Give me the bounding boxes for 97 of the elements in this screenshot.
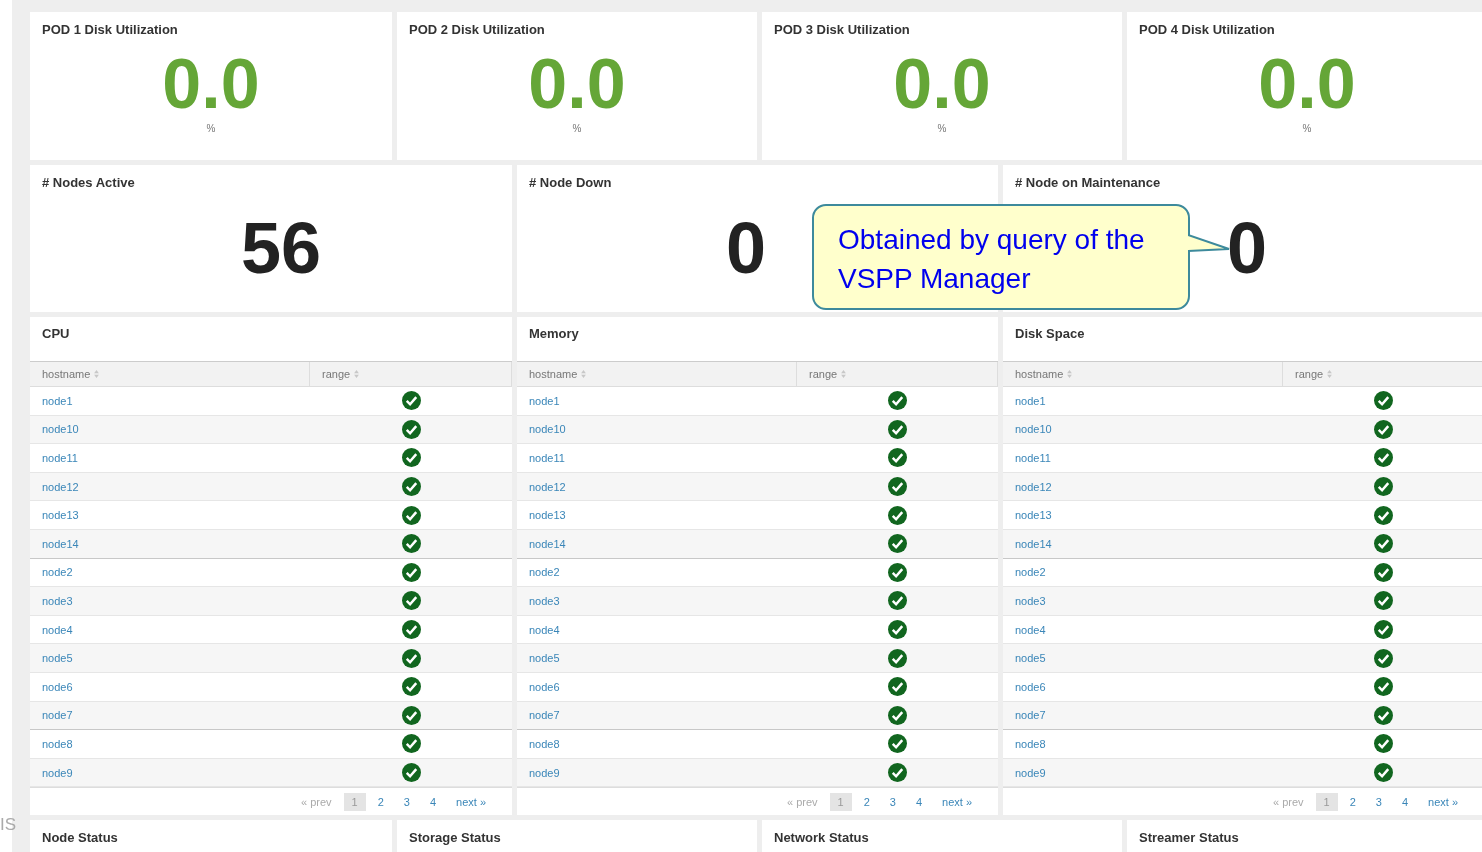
sort-icon	[1067, 370, 1073, 378]
hostname-link[interactable]: node6	[529, 680, 560, 693]
page-link[interactable]: 3	[395, 792, 418, 811]
hostname-link[interactable]: node1	[529, 394, 560, 407]
panel-title: POD 1 Disk Utilization	[42, 22, 178, 37]
panel-title: Streamer Status	[1139, 830, 1239, 845]
hostname-link[interactable]: node14	[529, 537, 566, 550]
metric-value: 0.0	[1258, 49, 1356, 119]
metric-value: 0.0	[528, 49, 626, 119]
hostname-link[interactable]: node3	[42, 594, 73, 607]
hostname-link[interactable]: node13	[42, 509, 79, 522]
unit-label: %	[937, 123, 947, 134]
hostname-link[interactable]: node10	[529, 423, 566, 436]
hostname-link[interactable]: node2	[529, 566, 560, 579]
panel-title: Storage Status	[409, 830, 501, 845]
hostname-link[interactable]: node3	[529, 594, 560, 607]
hostname-link[interactable]: node4	[1015, 623, 1046, 636]
hostname-link[interactable]: node2	[42, 566, 73, 579]
count-value: 0	[1227, 212, 1268, 284]
hostname-link[interactable]: node8	[1015, 737, 1046, 750]
page-link[interactable]: 3	[1367, 792, 1390, 811]
hostname-link[interactable]: node8	[529, 737, 560, 750]
column-header[interactable]: hostname	[30, 362, 310, 386]
page-link[interactable]: 2	[1341, 792, 1364, 811]
hostname-link[interactable]: node5	[1015, 652, 1046, 665]
hostname-link[interactable]: node2	[1015, 566, 1046, 579]
prev-link[interactable]: « prev	[778, 792, 826, 811]
column-header[interactable]: range	[310, 362, 512, 386]
next-link[interactable]: next »	[934, 792, 980, 811]
sort-icon	[581, 370, 587, 378]
unit-label: %	[572, 123, 582, 134]
hostname-link[interactable]: node9	[1015, 766, 1046, 779]
column-header[interactable]: hostname	[1003, 362, 1283, 386]
hostname-link[interactable]: node7	[42, 709, 73, 722]
hostname-link[interactable]: node8	[42, 737, 73, 750]
panel-title: # Node Down	[529, 175, 612, 190]
hostname-link[interactable]: node13	[529, 509, 566, 522]
hostname-link[interactable]: node1	[1015, 394, 1046, 407]
hostname-link[interactable]: node9	[42, 766, 73, 779]
sort-icon	[354, 370, 360, 378]
callout-note: Obtained by query of the VSPP Manager	[812, 204, 1190, 310]
column-header[interactable]: range	[797, 362, 998, 386]
metric-value: 0.0	[893, 49, 991, 119]
panel-title: POD 4 Disk Utilization	[1139, 22, 1275, 37]
page-link[interactable]: 4	[907, 792, 931, 811]
hostname-link[interactable]: node9	[529, 766, 560, 779]
callout-tail	[1188, 234, 1230, 254]
hostname-link[interactable]: node12	[42, 480, 79, 493]
panel-title: Network Status	[774, 830, 869, 845]
count-value: 0	[725, 212, 766, 284]
hostname-link[interactable]: node5	[529, 652, 560, 665]
page-link[interactable]: 1	[1315, 792, 1338, 811]
panel-title: # Nodes Active	[42, 175, 135, 190]
column-header[interactable]: range	[1283, 362, 1482, 386]
hostname-link[interactable]: node10	[42, 423, 79, 436]
page-link[interactable]: 4	[1393, 792, 1417, 811]
hostname-link[interactable]: node11	[529, 452, 565, 464]
hostname-link[interactable]: node10	[1015, 423, 1052, 436]
hostname-link[interactable]: node11	[1015, 452, 1051, 464]
hostname-link[interactable]: node5	[42, 652, 73, 665]
hostname-link[interactable]: node14	[42, 537, 79, 550]
hostname-link[interactable]: node13	[1015, 509, 1052, 522]
panel-title: POD 2 Disk Utilization	[409, 22, 545, 37]
hostname-link[interactable]: node12	[1015, 480, 1052, 493]
unit-label: %	[1302, 123, 1312, 134]
next-link[interactable]: next »	[1420, 792, 1466, 811]
hostname-link[interactable]: node7	[529, 709, 560, 722]
hostname-link[interactable]: node3	[1015, 594, 1046, 607]
next-link[interactable]: next »	[448, 792, 494, 811]
hostname-link[interactable]: node14	[1015, 537, 1052, 550]
panel-title: Node Status	[42, 830, 118, 845]
panel-title: # Node on Maintenance	[1015, 175, 1161, 190]
hostname-link[interactable]: node4	[42, 623, 73, 636]
metric-value: 0.0	[162, 49, 260, 119]
sort-icon	[1327, 370, 1333, 378]
unit-label: %	[206, 123, 216, 134]
panel-title: POD 3 Disk Utilization	[774, 22, 910, 37]
hostname-link[interactable]: node7	[1015, 709, 1046, 722]
page-link[interactable]: 3	[881, 792, 904, 811]
page-link[interactable]: 2	[369, 792, 392, 811]
column-header[interactable]: hostname	[517, 362, 797, 386]
page-link[interactable]: 1	[829, 792, 852, 811]
hostname-link[interactable]: node6	[42, 680, 73, 693]
hostname-link[interactable]: node1	[42, 394, 73, 407]
page-link[interactable]: 1	[343, 792, 366, 811]
hostname-link[interactable]: node12	[529, 480, 566, 493]
cut-off-text: IS	[0, 815, 17, 835]
prev-link[interactable]: « prev	[1264, 792, 1312, 811]
hostname-link[interactable]: node4	[529, 623, 560, 636]
page-link[interactable]: 2	[855, 792, 878, 811]
sort-icon	[841, 370, 847, 378]
hostname-link[interactable]: node6	[1015, 680, 1046, 693]
prev-link[interactable]: « prev	[292, 792, 340, 811]
count-value: 56	[240, 212, 322, 284]
hostname-link[interactable]: node11	[42, 452, 78, 464]
page-link[interactable]: 4	[421, 792, 445, 811]
sort-icon	[94, 370, 100, 378]
